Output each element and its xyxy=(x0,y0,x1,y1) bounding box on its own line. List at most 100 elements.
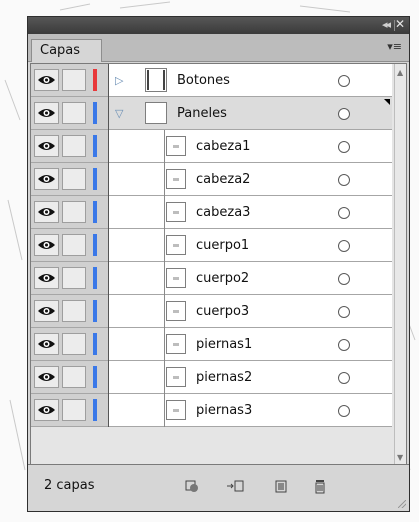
layer-content[interactable]: cuerpo3 xyxy=(109,295,392,328)
sublayer-thumbnail xyxy=(166,268,186,288)
target-circle-icon[interactable] xyxy=(338,339,350,351)
layer-row[interactable]: cuerpo3 xyxy=(31,295,392,328)
sublayer-name: cuerpo3 xyxy=(196,304,250,319)
sublayer-name: piernas3 xyxy=(196,403,253,418)
target-circle-icon[interactable] xyxy=(338,405,350,417)
visibility-eye-icon[interactable] xyxy=(34,300,59,322)
lock-toggle[interactable] xyxy=(62,135,86,157)
target-circle-icon[interactable] xyxy=(338,108,350,120)
sublayer-thumbnail xyxy=(166,301,186,321)
layer-content[interactable]: cuerpo1 xyxy=(109,229,392,262)
make-clipping-mask-icon[interactable] xyxy=(183,477,201,495)
layer-color-indicator xyxy=(93,168,97,190)
layer-thumbnail xyxy=(145,102,167,124)
sublayer-name: cabeza1 xyxy=(196,139,251,154)
vertical-scrollbar[interactable]: ▲ ▼ xyxy=(394,64,406,464)
expand-triangle-down-icon[interactable]: ▽ xyxy=(115,107,123,120)
visibility-eye-icon[interactable] xyxy=(34,135,59,157)
layer-controls xyxy=(31,163,108,196)
indent-guide xyxy=(164,328,165,361)
layer-name: Botones xyxy=(177,73,230,88)
visibility-eye-icon[interactable] xyxy=(34,201,59,223)
visibility-eye-icon[interactable] xyxy=(34,267,59,289)
lock-toggle[interactable] xyxy=(62,234,86,256)
visibility-eye-icon[interactable] xyxy=(34,366,59,388)
tab-capas[interactable]: Capas xyxy=(31,39,102,62)
layer-controls xyxy=(31,229,108,262)
lock-toggle[interactable] xyxy=(62,102,86,124)
visibility-eye-icon[interactable] xyxy=(34,168,59,190)
lock-toggle[interactable] xyxy=(62,399,86,421)
target-circle-icon[interactable] xyxy=(338,207,350,219)
target-circle-icon[interactable] xyxy=(338,75,350,87)
layer-row[interactable]: cabeza3 xyxy=(31,196,392,229)
layer-row[interactable]: piernas3 xyxy=(31,394,392,427)
panel-titlebar[interactable]: ◂◂ ✕ xyxy=(28,17,409,34)
target-circle-icon[interactable] xyxy=(338,372,350,384)
create-new-layer-icon[interactable] xyxy=(272,477,290,495)
layer-content[interactable]: piernas1 xyxy=(109,328,392,361)
indent-guide xyxy=(164,361,165,394)
layer-row[interactable]: piernas2 xyxy=(31,361,392,394)
layer-content[interactable]: cabeza2 xyxy=(109,163,392,196)
lock-toggle[interactable] xyxy=(62,366,86,388)
visibility-eye-icon[interactable] xyxy=(34,333,59,355)
scroll-down-icon[interactable]: ▼ xyxy=(397,453,403,462)
target-circle-icon[interactable] xyxy=(338,240,350,252)
scroll-up-icon[interactable]: ▲ xyxy=(397,68,403,77)
layer-content[interactable]: cuerpo2 xyxy=(109,262,392,295)
resize-grip[interactable] xyxy=(398,500,406,508)
layer-controls xyxy=(31,295,108,328)
visibility-eye-icon[interactable] xyxy=(34,69,59,91)
lock-toggle[interactable] xyxy=(62,333,86,355)
layer-thumbnail xyxy=(145,68,167,92)
layer-color-indicator xyxy=(93,333,97,355)
sublayer-thumbnail xyxy=(166,400,186,420)
layer-row[interactable]: ▷ Botones xyxy=(31,64,392,97)
indent-guide xyxy=(164,196,165,229)
collapse-panel-icon[interactable]: ◂◂ xyxy=(382,18,391,31)
target-circle-icon[interactable] xyxy=(338,306,350,318)
layer-content[interactable]: ▽ Paneles xyxy=(109,97,392,130)
layer-row[interactable]: cuerpo2 xyxy=(31,262,392,295)
layers-panel: ◂◂ ✕ Capas ▾≡ ▷ Botones ▽ Paneles cabeza1 cab… xyxy=(27,16,410,512)
sublayer-thumbnail xyxy=(166,367,186,387)
layer-content[interactable]: piernas2 xyxy=(109,361,392,394)
panel-menu-icon[interactable]: ▾≡ xyxy=(387,40,402,53)
layer-color-indicator xyxy=(93,267,97,289)
layer-row[interactable]: piernas1 xyxy=(31,328,392,361)
indent-guide xyxy=(164,229,165,262)
lock-toggle[interactable] xyxy=(62,201,86,223)
layer-row[interactable]: ▽ Paneles xyxy=(31,97,392,130)
layer-content[interactable]: piernas3 xyxy=(109,394,392,427)
target-circle-icon[interactable] xyxy=(338,273,350,285)
close-icon[interactable]: ✕ xyxy=(395,17,405,31)
lock-toggle[interactable] xyxy=(62,267,86,289)
target-circle-icon[interactable] xyxy=(338,141,350,153)
create-sublayer-icon[interactable] xyxy=(226,477,244,495)
sublayer-thumbnail xyxy=(166,169,186,189)
layer-row[interactable]: cabeza2 xyxy=(31,163,392,196)
target-circle-icon[interactable] xyxy=(338,174,350,186)
visibility-eye-icon[interactable] xyxy=(34,102,59,124)
expand-triangle-right-icon[interactable]: ▷ xyxy=(115,74,123,87)
lock-toggle[interactable] xyxy=(62,168,86,190)
visibility-eye-icon[interactable] xyxy=(34,234,59,256)
delete-layer-icon[interactable] xyxy=(311,477,329,495)
indent-guide xyxy=(164,262,165,295)
layer-content[interactable]: cabeza3 xyxy=(109,196,392,229)
indent-guide xyxy=(164,163,165,196)
tab-bar: Capas ▾≡ xyxy=(28,34,409,62)
layers-list: ▷ Botones ▽ Paneles cabeza1 cabeza2 cabeza3 cue… xyxy=(30,63,407,464)
lock-toggle[interactable] xyxy=(62,69,86,91)
layer-row[interactable]: cuerpo1 xyxy=(31,229,392,262)
layer-controls xyxy=(31,97,108,130)
sublayer-name: cuerpo2 xyxy=(196,271,250,286)
visibility-eye-icon[interactable] xyxy=(34,399,59,421)
lock-toggle[interactable] xyxy=(62,300,86,322)
layer-color-indicator xyxy=(93,234,97,256)
layer-color-indicator xyxy=(93,399,97,421)
layer-content[interactable]: cabeza1 xyxy=(109,130,392,163)
layer-row[interactable]: cabeza1 xyxy=(31,130,392,163)
layer-content[interactable]: ▷ Botones xyxy=(109,64,392,97)
